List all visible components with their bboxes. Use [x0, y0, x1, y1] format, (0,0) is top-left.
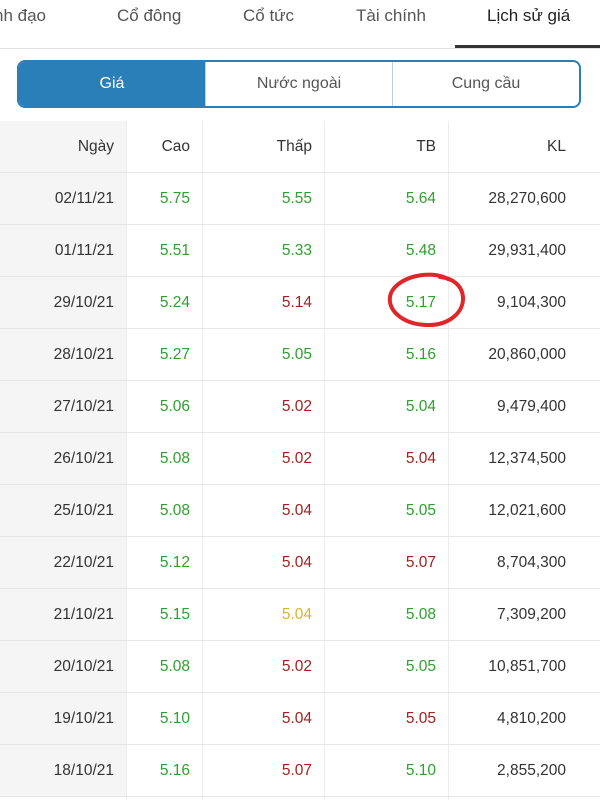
- high-cell: 5.24: [159, 294, 190, 311]
- segment-cung-cau[interactable]: Cung cầu: [393, 62, 579, 106]
- volume-cell: 28,270,600: [488, 190, 566, 207]
- low-cell: 5.33: [281, 242, 312, 259]
- low-cell: 5.14: [281, 294, 312, 311]
- header-date[interactable]: Ngày: [0, 121, 126, 172]
- high-cell: 5.08: [159, 502, 190, 519]
- date-cell: 18/10/21: [0, 745, 126, 796]
- low-cell: 5.04: [281, 710, 312, 727]
- date-cell: 22/10/21: [0, 537, 126, 588]
- segmented-control: Giá Nước ngoài Cung cầu: [17, 60, 581, 108]
- average-cell: 5.04: [405, 450, 436, 467]
- average-cell: 5.16: [405, 346, 436, 363]
- high-cell: 5.12: [159, 554, 190, 571]
- top-tab-bar: nh đạo Cổ đông Cổ tức Tài chính Lịch sử …: [0, 0, 600, 49]
- volume-cell: 9,479,400: [497, 398, 566, 415]
- volume-cell: 7,309,200: [497, 606, 566, 623]
- low-cell: 5.04: [281, 606, 312, 623]
- high-cell: 5.08: [159, 658, 190, 675]
- date-cell: 19/10/21: [0, 693, 126, 744]
- active-tab-indicator: [455, 45, 600, 48]
- segment-gia[interactable]: Giá: [19, 62, 206, 106]
- high-cell: 5.15: [159, 606, 190, 623]
- segment-nuoc-ngoai[interactable]: Nước ngoài: [206, 62, 393, 106]
- volume-cell: 12,021,600: [488, 502, 566, 519]
- header-average[interactable]: TB: [324, 121, 448, 172]
- table-row[interactable]: 27/10/21 5.06 5.02 5.04 9,479,400: [0, 381, 600, 433]
- low-cell: 5.04: [281, 502, 312, 519]
- high-cell: 5.16: [159, 762, 190, 779]
- high-cell: 5.75: [159, 190, 190, 207]
- high-cell: 5.08: [159, 450, 190, 467]
- table-row[interactable]: 28/10/21 5.27 5.05 5.16 20,860,000: [0, 329, 600, 381]
- date-cell: 02/11/21: [0, 173, 126, 224]
- high-cell: 5.10: [159, 710, 190, 727]
- table-row[interactable]: 20/10/21 5.08 5.02 5.05 10,851,700: [0, 641, 600, 693]
- average-cell: 5.07: [405, 554, 436, 571]
- date-cell: 25/10/21: [0, 485, 126, 536]
- average-cell: 5.48: [405, 242, 436, 259]
- low-cell: 5.05: [281, 346, 312, 363]
- tab-lich-su-gia[interactable]: Lịch sử giá: [487, 0, 570, 48]
- average-cell: 5.08: [405, 606, 436, 623]
- low-cell: 5.02: [281, 398, 312, 415]
- tab-lanh-dao[interactable]: nh đạo: [0, 0, 46, 48]
- price-history-table: Ngày Cao Thấp TB KL 02/11/21 5.75 5.55 5.64…: [0, 121, 600, 797]
- volume-cell: 4,810,200: [497, 710, 566, 727]
- volume-cell: 8,704,300: [497, 554, 566, 571]
- high-cell: 5.06: [159, 398, 190, 415]
- date-cell: 26/10/21: [0, 433, 126, 484]
- date-cell: 27/10/21: [0, 381, 126, 432]
- tab-co-dong[interactable]: Cổ đông: [117, 0, 181, 48]
- low-cell: 5.02: [281, 450, 312, 467]
- volume-cell: 29,931,400: [488, 242, 566, 259]
- average-cell: 5.10: [405, 762, 436, 779]
- table-body: 02/11/21 5.75 5.55 5.64 28,270,600 01/11/21 5.…: [0, 173, 600, 797]
- table-header-row: Ngày Cao Thấp TB KL: [0, 121, 600, 173]
- volume-cell: 12,374,500: [488, 450, 566, 467]
- header-low[interactable]: Thấp: [202, 121, 324, 172]
- average-cell: 5.05: [405, 658, 436, 675]
- low-cell: 5.04: [281, 554, 312, 571]
- average-cell: 5.05: [405, 710, 436, 727]
- date-cell: 28/10/21: [0, 329, 126, 380]
- high-cell: 5.27: [159, 346, 190, 363]
- table-row[interactable]: 29/10/21 5.24 5.14 5.17 9,104,300: [0, 277, 600, 329]
- table-row[interactable]: 25/10/21 5.08 5.04 5.05 12,021,600: [0, 485, 600, 537]
- table-row[interactable]: 02/11/21 5.75 5.55 5.64 28,270,600: [0, 173, 600, 225]
- table-row[interactable]: 26/10/21 5.08 5.02 5.04 12,374,500: [0, 433, 600, 485]
- low-cell: 5.07: [281, 762, 312, 779]
- average-cell: 5.04: [405, 398, 436, 415]
- header-high[interactable]: Cao: [126, 121, 202, 172]
- table-row[interactable]: 01/11/21 5.51 5.33 5.48 29,931,400: [0, 225, 600, 277]
- volume-cell: 20,860,000: [488, 346, 566, 363]
- header-volume[interactable]: KL: [448, 121, 578, 172]
- tab-co-tuc[interactable]: Cổ tức: [243, 0, 294, 48]
- table-row[interactable]: 21/10/21 5.15 5.04 5.08 7,309,200: [0, 589, 600, 641]
- table-row[interactable]: 18/10/21 5.16 5.07 5.10 2,855,200: [0, 745, 600, 797]
- volume-cell: 9,104,300: [497, 294, 566, 311]
- table-row[interactable]: 22/10/21 5.12 5.04 5.07 8,704,300: [0, 537, 600, 589]
- date-cell: 01/11/21: [0, 225, 126, 276]
- volume-cell: 10,851,700: [488, 658, 566, 675]
- average-cell: 5.05: [405, 502, 436, 519]
- high-cell: 5.51: [159, 242, 190, 259]
- low-cell: 5.55: [281, 190, 312, 207]
- date-cell: 21/10/21: [0, 589, 126, 640]
- low-cell: 5.02: [281, 658, 312, 675]
- average-cell: 5.17: [405, 294, 436, 311]
- tab-tai-chinh[interactable]: Tài chính: [356, 0, 426, 48]
- date-cell: 29/10/21: [0, 277, 126, 328]
- average-cell: 5.64: [405, 190, 436, 207]
- volume-cell: 2,855,200: [497, 762, 566, 779]
- date-cell: 20/10/21: [0, 641, 126, 692]
- table-row[interactable]: 19/10/21 5.10 5.04 5.05 4,810,200: [0, 693, 600, 745]
